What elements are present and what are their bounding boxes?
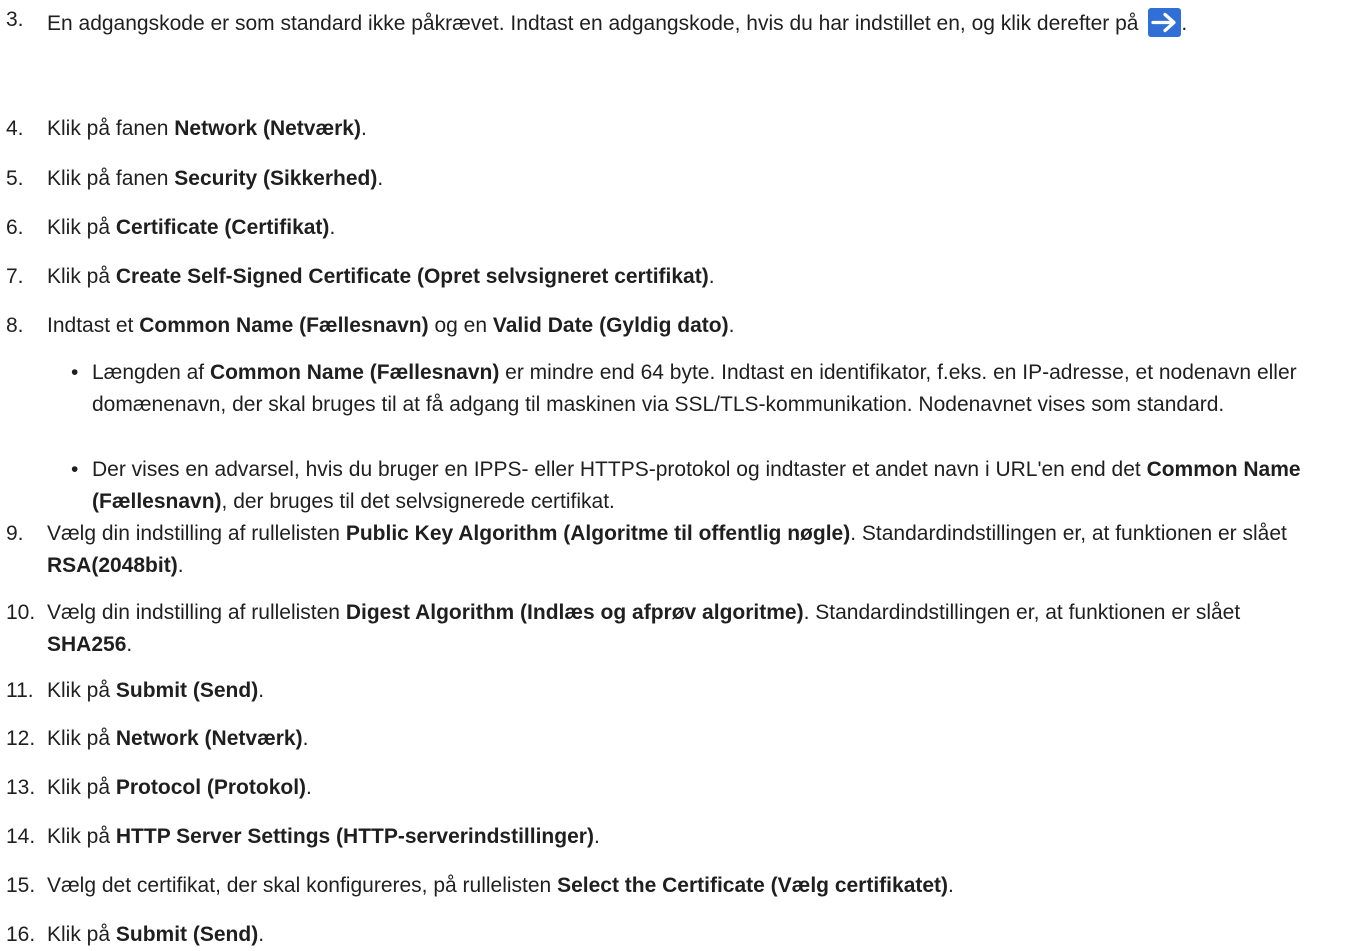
ui-label: Network (Netværk)	[174, 117, 361, 140]
step-3: 3. En adgangskode er som standard ikke p…	[0, 4, 1323, 43]
ui-label: Valid Date (Gyldig dato)	[492, 314, 729, 337]
ui-label: Common Name (Fællesnavn)	[139, 314, 429, 337]
step-number: 11.	[6, 679, 34, 702]
bullet-dot: •	[71, 458, 79, 481]
ui-label: Protocol (Protokol)	[115, 776, 307, 799]
step-8: 8. Indtast et Common Name (Fællesnavn) o…	[0, 310, 1323, 342]
instruction-page: 3. En adgangskode er som standard ikke p…	[0, 0, 1345, 946]
bullet-item: • Der vises en advarsel, hvis du bruger …	[0, 454, 1323, 518]
step-6: 6. Klik på Certificate (Certifikat).	[0, 212, 1323, 244]
step-12: 12. Klik på Network (Netværk).	[0, 723, 1323, 755]
step-text: Klik på Create Self-Signed Certificate (…	[47, 265, 715, 288]
step-text: Klik på Network (Netværk).	[47, 727, 309, 750]
step-text: Klik på Certificate (Certifikat).	[47, 216, 336, 239]
ui-label: RSA(2048bit)	[47, 554, 178, 577]
step-13: 13. Klik på Protocol (Protokol).	[0, 772, 1323, 804]
step-text: Klik på fanen Network (Netværk).	[47, 117, 367, 140]
arrow-right-button-icon	[1148, 8, 1182, 37]
step-text: Vælg det certifikat, der skal konfigurer…	[47, 874, 954, 897]
step-10: 10. Vælg din indstilling af rullelisten …	[0, 597, 1323, 661]
step-14: 14. Klik på HTTP Server Settings (HTTP-s…	[0, 821, 1323, 853]
bullet-item: • Længden af Common Name (Fællesnavn) er…	[0, 357, 1323, 421]
step-number: 6.	[6, 216, 24, 239]
step-text: Klik på fanen Security (Sikkerhed).	[47, 167, 384, 190]
ui-label: Public Key Algorithm (Algoritme til offe…	[345, 522, 851, 545]
step-number: 16.	[6, 923, 36, 946]
step-number: 5.	[6, 167, 24, 190]
step-text: Klik på Submit (Send).	[47, 679, 265, 702]
step-number: 12.	[6, 727, 36, 750]
ui-label: Network (Netværk)	[115, 727, 303, 750]
step-text: En adgangskode er som standard ikke påkr…	[47, 4, 1323, 43]
step-7: 7. Klik på Create Self-Signed Certificat…	[0, 261, 1323, 293]
step-number: 13.	[6, 776, 36, 799]
step-text: Vælg din indstilling af rullelisten Publ…	[47, 522, 1287, 577]
step-text: Indtast et Common Name (Fællesnavn) og e…	[47, 314, 735, 337]
ui-label: Certificate (Certifikat)	[115, 216, 330, 239]
bullet-text: Der vises en advarsel, hvis du bruger en…	[92, 458, 1301, 513]
step-4: 4. Klik på fanen Network (Netværk).	[0, 113, 1323, 145]
step-number: 4.	[6, 117, 24, 140]
step-15: 15. Vælg det certifikat, der skal konfig…	[0, 870, 1323, 902]
step-5: 5. Klik på fanen Security (Sikkerhed).	[0, 163, 1323, 195]
step-number: 3.	[6, 8, 24, 31]
step-number: 10.	[6, 601, 36, 624]
step-9: 9. Vælg din indstilling af rullelisten P…	[0, 518, 1323, 582]
step-text: Klik på Submit (Send).	[47, 923, 265, 946]
step-number: 8.	[6, 314, 24, 337]
ui-label: HTTP Server Settings (HTTP-serverindstil…	[115, 825, 594, 848]
ui-label: SHA256	[47, 633, 127, 656]
ui-label: Common Name (Fællesnavn)	[209, 361, 500, 384]
step-text: Klik på HTTP Server Settings (HTTP-serve…	[47, 825, 600, 848]
ui-label: Security (Sikkerhed)	[174, 167, 378, 190]
step-16: 16. Klik på Submit (Send).	[0, 919, 1323, 951]
ui-label: Digest Algorithm (Indlæs og afprøv algor…	[345, 601, 804, 624]
step-number: 15.	[6, 874, 36, 897]
bullet-dot: •	[71, 361, 79, 384]
step-text: Vælg din indstilling af rullelisten Dige…	[47, 601, 1241, 656]
step-text: Klik på Protocol (Protokol).	[47, 776, 312, 799]
step-number: 7.	[6, 265, 24, 288]
bullet-text: Længden af Common Name (Fællesnavn) er m…	[92, 361, 1297, 416]
ui-label: Select the Certificate (Vælg certifikate…	[557, 874, 949, 897]
step-number: 14.	[6, 825, 36, 848]
ui-label: Submit (Send)	[115, 679, 259, 702]
step-11: 11. Klik på Submit (Send).	[0, 675, 1323, 707]
ui-label: Create Self-Signed Certificate (Opret se…	[115, 265, 709, 288]
step-number: 9.	[6, 522, 24, 545]
ui-label: Submit (Send)	[115, 923, 259, 946]
